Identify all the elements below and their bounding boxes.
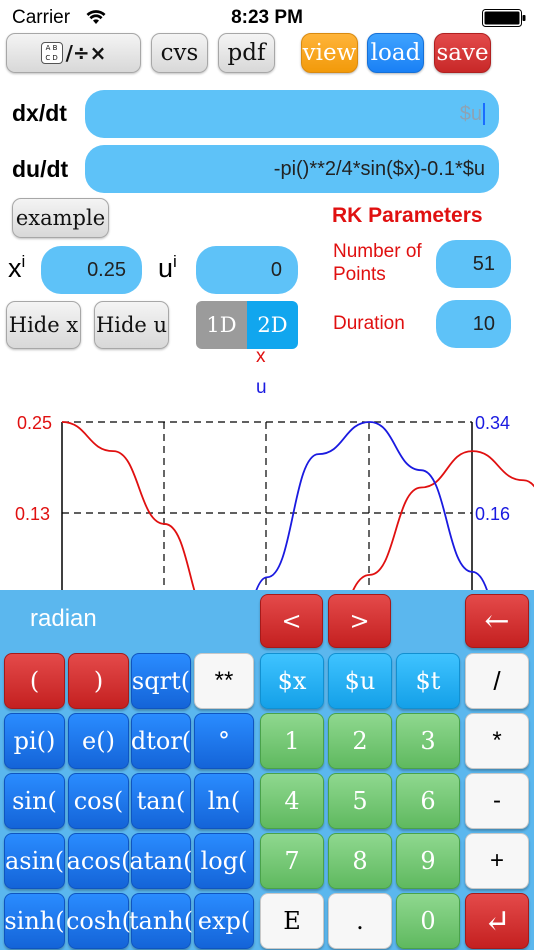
tan-key[interactable]: tan( (131, 773, 191, 829)
exponent-e-key[interactable]: E (260, 893, 324, 949)
plus-key[interactable]: + (465, 833, 529, 889)
degree-key[interactable]: ° (194, 713, 254, 769)
right-tick-mid: 0.16 (475, 504, 510, 524)
cosh-key[interactable]: cosh( (66, 893, 131, 949)
var-x-key[interactable]: $x (260, 653, 324, 709)
left-tick-mid: 0.13 (15, 504, 50, 524)
series-x-line (61, 421, 534, 590)
minus-key[interactable]: - (465, 773, 529, 829)
right-tick-top: 0.34 (475, 413, 510, 433)
abc-icon: A BC D (40, 42, 63, 64)
digit-9-key[interactable]: 9 (396, 833, 460, 889)
u-symbol: u (158, 253, 174, 283)
dudt-label: du/dt (12, 156, 69, 182)
sin-key[interactable]: sin( (4, 773, 65, 829)
points-label-line1: Number of (333, 241, 422, 262)
decimal-point-key[interactable]: . (328, 893, 392, 949)
save-button[interactable]: save (434, 33, 491, 73)
enter-key[interactable]: ↵ (465, 893, 529, 949)
dxdt-label: dx/dt (12, 100, 67, 126)
status-bar: Carrier 8:23 PM (0, 0, 534, 36)
view-button[interactable]: view (301, 33, 358, 73)
angle-mode-label[interactable]: radian (30, 605, 97, 633)
dudt-value: -pi()**2/4*sin($x)-0.1*$u (273, 157, 485, 180)
pi-key[interactable]: pi() (4, 713, 65, 769)
text-caret (483, 103, 485, 125)
asin-key[interactable]: asin( (4, 833, 65, 889)
cvs-button[interactable]: cvs (151, 33, 208, 73)
legend-u: u (256, 377, 267, 398)
cos-key[interactable]: cos( (68, 773, 129, 829)
x-initial-input[interactable]: 0.25 (41, 246, 142, 294)
x-superscript: i (21, 252, 26, 271)
dxdt-value: $u (459, 102, 482, 125)
digit-7-key[interactable]: 7 (260, 833, 324, 889)
var-t-key[interactable]: $t (396, 653, 460, 709)
example-button[interactable]: example (12, 198, 109, 238)
divide-key[interactable]: / (465, 653, 529, 709)
dudt-input[interactable]: -pi()**2/4*sin($x)-0.1*$u (85, 145, 499, 193)
multiply-key[interactable]: * (465, 713, 529, 769)
battery-icon (482, 9, 526, 27)
digit-3-key[interactable]: 3 (396, 713, 460, 769)
solution-chart: 0.25 0.13 0.34 0.16 (15, 413, 534, 590)
series-layer (61, 421, 534, 590)
rk-parameters-title: RK Parameters (332, 204, 483, 227)
power-key[interactable]: ** (194, 653, 254, 709)
digit-2-key[interactable]: 2 (328, 713, 392, 769)
duration-input[interactable]: 10 (436, 300, 511, 348)
clock: 8:23 PM (231, 7, 303, 28)
operator-label: /÷× (65, 41, 107, 65)
digit-5-key[interactable]: 5 (328, 773, 392, 829)
e-key[interactable]: e() (68, 713, 129, 769)
series-u-line (255, 421, 488, 590)
dxdt-input[interactable]: $u (85, 90, 499, 138)
dtor-key[interactable]: dtor( (131, 713, 191, 769)
segment-2d[interactable]: 2D (247, 301, 298, 349)
load-button[interactable]: load (367, 33, 424, 73)
exp-key[interactable]: exp( (194, 893, 254, 949)
var-u-key[interactable]: $u (328, 653, 392, 709)
points-label-line2: Points (333, 264, 386, 285)
atan-key[interactable]: atan( (129, 833, 193, 889)
digit-8-key[interactable]: 8 (328, 833, 392, 889)
u-superscript: i (173, 252, 177, 271)
x-initial-label: xi (8, 252, 25, 284)
close-paren-key[interactable]: ) (68, 653, 129, 709)
log-key[interactable]: log( (194, 833, 254, 889)
u-initial-label: ui (158, 252, 177, 284)
keyboard-toggle-button[interactable]: A BC D /÷× (6, 33, 141, 73)
tanh-key[interactable]: tanh( (129, 893, 193, 949)
points-input[interactable]: 51 (436, 240, 511, 288)
sqrt-key[interactable]: sqrt( (131, 653, 191, 709)
backspace-key[interactable]: ← (465, 594, 529, 648)
ln-key[interactable]: ln( (194, 773, 254, 829)
acos-key[interactable]: acos( (67, 833, 130, 889)
cursor-left-key[interactable]: < (260, 594, 323, 648)
cursor-right-key[interactable]: > (328, 594, 391, 648)
dimension-segmented-control: 1D 2D (196, 301, 298, 349)
duration-label: Duration (333, 313, 405, 334)
hide-u-button[interactable]: Hide u (94, 301, 169, 349)
segment-1d[interactable]: 1D (196, 301, 247, 349)
left-tick-top: 0.25 (17, 413, 52, 433)
digit-4-key[interactable]: 4 (260, 773, 324, 829)
points-label: Number of Points (333, 240, 422, 286)
sinh-key[interactable]: sinh( (4, 893, 65, 949)
legend-x: x (256, 346, 266, 367)
digit-6-key[interactable]: 6 (396, 773, 460, 829)
digit-1-key[interactable]: 1 (260, 713, 324, 769)
hide-x-button[interactable]: Hide x (6, 301, 81, 349)
digit-0-key[interactable]: 0 (396, 893, 460, 949)
u-initial-input[interactable]: 0 (196, 246, 298, 294)
x-symbol: x (8, 253, 22, 283)
pdf-button[interactable]: pdf (218, 33, 275, 73)
open-paren-key[interactable]: ( (4, 653, 65, 709)
